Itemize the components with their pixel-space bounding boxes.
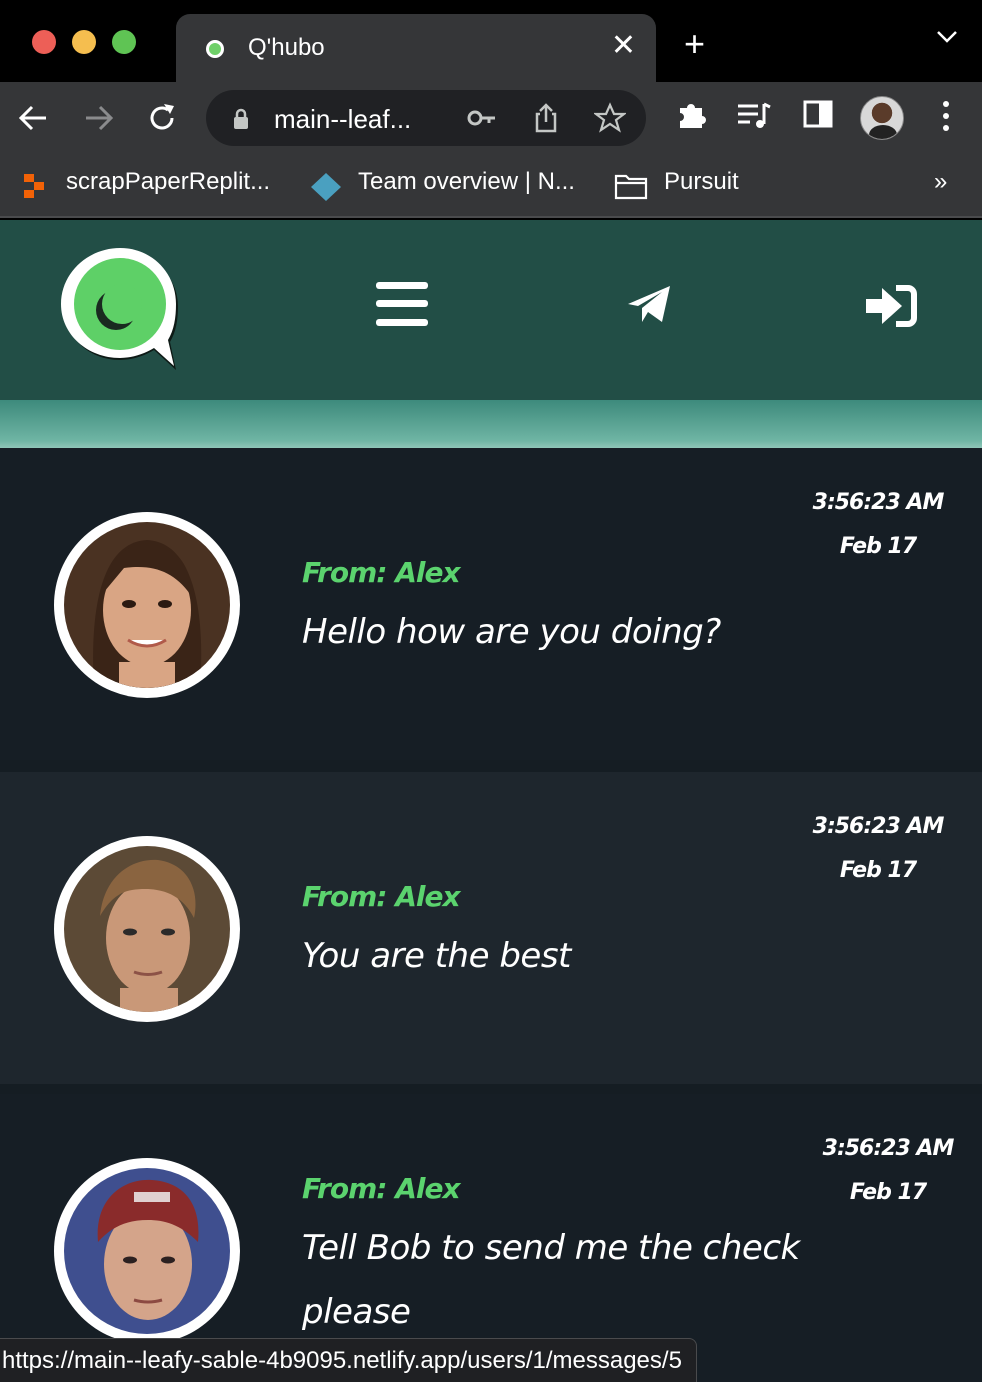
profile-avatar[interactable] — [860, 96, 904, 140]
reload-icon[interactable] — [144, 100, 180, 136]
browser-toolbar: main--leaf... — [0, 82, 982, 154]
app-navbar — [0, 220, 982, 400]
bookmark-item[interactable]: Team overview | N... — [358, 168, 575, 196]
new-tab-button[interactable]: + — [684, 26, 705, 62]
message-card[interactable]: From: Alex Hello how are you doing? 3:56… — [0, 448, 982, 760]
minimize-window-button[interactable] — [72, 30, 96, 54]
message-text: Hello how are you doing? — [302, 612, 721, 652]
send-icon[interactable] — [626, 284, 672, 324]
sender-photo — [64, 522, 230, 692]
logo-icon[interactable] — [58, 246, 182, 370]
login-icon[interactable] — [866, 284, 918, 328]
tab-favicon-icon — [206, 40, 224, 58]
bookmarks-overflow-button[interactable]: » — [934, 168, 947, 196]
avatar — [54, 1158, 240, 1344]
lock-icon[interactable] — [232, 108, 250, 130]
bookmark-star-icon[interactable] — [594, 102, 626, 134]
message-text: Tell Bob to send me the check please — [302, 1228, 800, 1332]
message-sender: From: Alex — [302, 1172, 461, 1205]
tab-title: Q'hubo — [248, 34, 325, 61]
message-date: Feb 17 — [839, 534, 917, 559]
avatar — [54, 836, 240, 1022]
url-text[interactable]: main--leaf... — [274, 104, 411, 135]
browser-tab[interactable]: Q'hubo ✕ — [176, 14, 656, 82]
folder-icon — [614, 174, 648, 200]
bookmark-folder[interactable]: Pursuit — [664, 168, 739, 196]
bookmarks-bar: scrapPaperReplit... Team overview | N...… — [0, 154, 982, 218]
maximize-window-button[interactable] — [112, 30, 136, 54]
address-bar[interactable]: main--leaf... — [206, 90, 646, 146]
sender-photo — [64, 1168, 230, 1334]
browser-tab-strip: Q'hubo ✕ + — [0, 0, 982, 82]
replit-icon — [24, 174, 44, 198]
media-queue-icon[interactable] — [736, 98, 772, 132]
key-icon[interactable] — [466, 102, 498, 134]
message-sender: From: Alex — [302, 880, 461, 913]
message-sender: From: Alex — [302, 556, 461, 589]
share-icon[interactable] — [530, 102, 562, 134]
more-menu-icon[interactable] — [934, 98, 958, 134]
message-date: Feb 17 — [849, 1180, 927, 1205]
message-text: You are the best — [302, 936, 571, 976]
message-card[interactable]: From: Alex You are the best 3:56:23 AM F… — [0, 772, 982, 1084]
message-date: Feb 17 — [839, 858, 917, 883]
link-status-bubble: https://main--leafy-sable-4b9095.netlify… — [0, 1338, 697, 1382]
extensions-icon[interactable] — [674, 98, 708, 132]
messages-list: From: Alex Hello how are you doing? 3:56… — [0, 448, 982, 1382]
back-arrow-icon[interactable] — [16, 100, 52, 136]
close-window-button[interactable] — [32, 30, 56, 54]
avatar — [54, 512, 240, 698]
close-tab-icon[interactable]: ✕ — [611, 30, 636, 62]
message-time: 3:56:23 AM — [822, 1136, 955, 1161]
side-panel-icon[interactable] — [802, 98, 834, 130]
menu-icon[interactable] — [376, 280, 428, 328]
message-time: 3:56:23 AM — [812, 490, 945, 515]
diamond-icon — [311, 173, 341, 201]
message-time: 3:56:23 AM — [812, 814, 945, 839]
sender-photo — [64, 846, 230, 1018]
header-gradient-band — [0, 400, 982, 448]
forward-arrow-icon[interactable] — [80, 100, 116, 136]
bookmark-item[interactable]: scrapPaperReplit... — [66, 168, 270, 196]
chevron-down-icon[interactable] — [936, 30, 958, 44]
